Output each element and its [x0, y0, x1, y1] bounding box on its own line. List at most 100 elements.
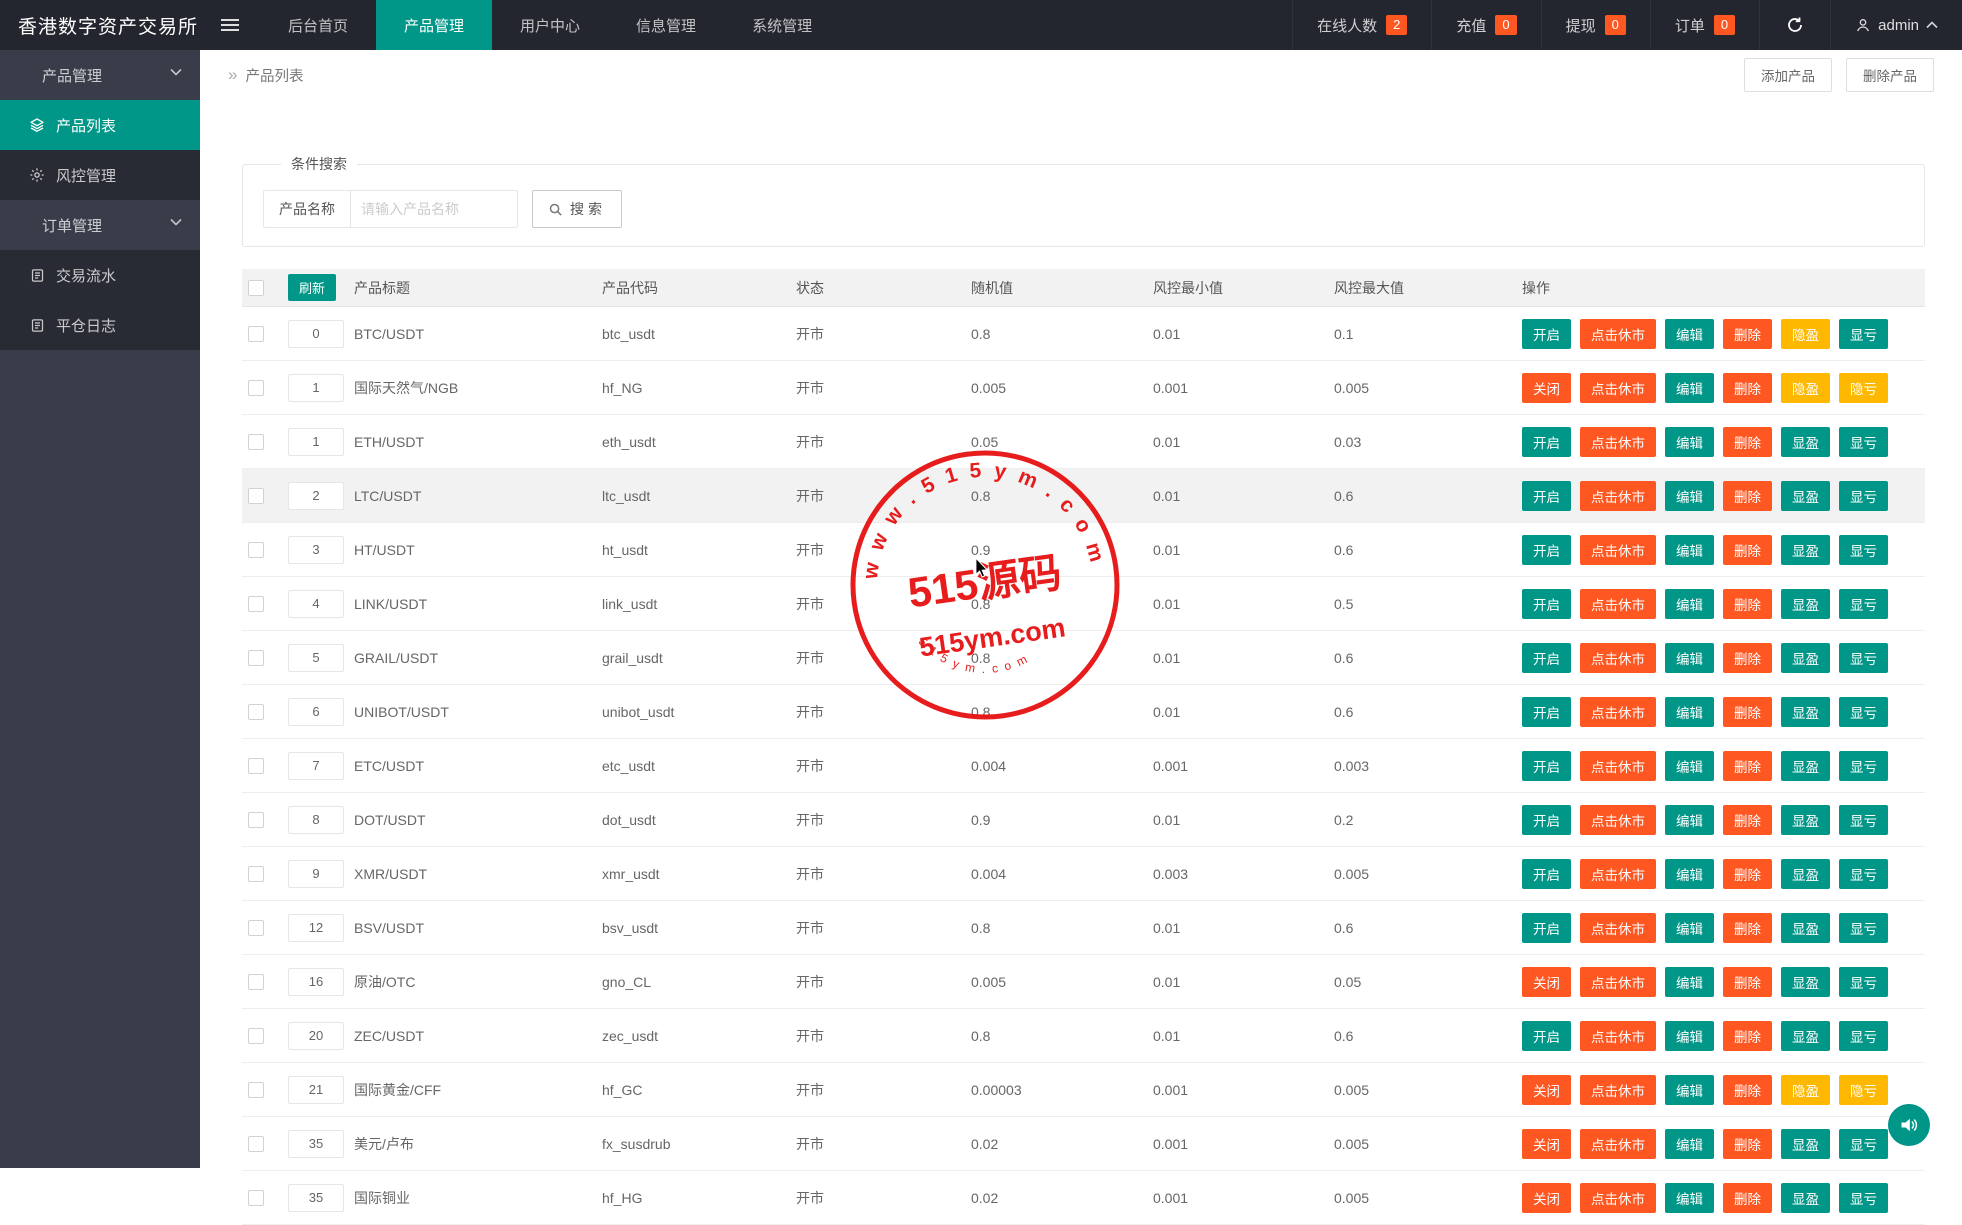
- profit-toggle-button[interactable]: 隐盈: [1781, 1075, 1830, 1105]
- profit-toggle-button[interactable]: 隐盈: [1781, 373, 1830, 403]
- row-checkbox[interactable]: [248, 812, 264, 828]
- sidebar-item-trade-flow[interactable]: 交易流水: [0, 250, 200, 300]
- toggle-market-button[interactable]: 开启: [1522, 1021, 1571, 1051]
- edit-button[interactable]: 编辑: [1665, 481, 1714, 511]
- close-market-button[interactable]: 点击休市: [1580, 589, 1656, 619]
- loss-toggle-button[interactable]: 显亏: [1839, 1129, 1888, 1159]
- profit-toggle-button[interactable]: 显盈: [1781, 643, 1830, 673]
- row-sort-input[interactable]: 1: [288, 374, 344, 402]
- loss-toggle-button[interactable]: 显亏: [1839, 967, 1888, 997]
- delete-product-button[interactable]: 删除产品: [1846, 58, 1934, 92]
- profit-toggle-button[interactable]: 显盈: [1781, 1183, 1830, 1213]
- row-checkbox[interactable]: [248, 488, 264, 504]
- edit-button[interactable]: 编辑: [1665, 751, 1714, 781]
- edit-button[interactable]: 编辑: [1665, 589, 1714, 619]
- close-market-button[interactable]: 点击休市: [1580, 751, 1656, 781]
- close-market-button[interactable]: 点击休市: [1580, 643, 1656, 673]
- profit-toggle-button[interactable]: 显盈: [1781, 697, 1830, 727]
- toggle-market-button[interactable]: 关闭: [1522, 1129, 1571, 1159]
- row-sort-input[interactable]: 8: [288, 806, 344, 834]
- delete-button[interactable]: 删除: [1723, 427, 1772, 457]
- toggle-market-button[interactable]: 开启: [1522, 859, 1571, 889]
- row-sort-input[interactable]: 4: [288, 590, 344, 618]
- toggle-market-button[interactable]: 开启: [1522, 589, 1571, 619]
- row-sort-input[interactable]: 35: [288, 1184, 344, 1212]
- edit-button[interactable]: 编辑: [1665, 805, 1714, 835]
- delete-button[interactable]: 删除: [1723, 1183, 1772, 1213]
- delete-button[interactable]: 删除: [1723, 373, 1772, 403]
- row-checkbox[interactable]: [248, 974, 264, 990]
- row-sort-input[interactable]: 2: [288, 482, 344, 510]
- loss-toggle-button[interactable]: 显亏: [1839, 319, 1888, 349]
- sidebar-item-close-position-log[interactable]: 平仓日志: [0, 300, 200, 350]
- toggle-market-button[interactable]: 开启: [1522, 535, 1571, 565]
- close-market-button[interactable]: 点击休市: [1580, 859, 1656, 889]
- nav-item-system[interactable]: 系统管理: [724, 0, 840, 50]
- loss-toggle-button[interactable]: 显亏: [1839, 535, 1888, 565]
- loss-toggle-button[interactable]: 显亏: [1839, 1021, 1888, 1051]
- delete-button[interactable]: 删除: [1723, 1129, 1772, 1159]
- profit-toggle-button[interactable]: 显盈: [1781, 805, 1830, 835]
- toggle-market-button[interactable]: 开启: [1522, 427, 1571, 457]
- row-sort-input[interactable]: 12: [288, 914, 344, 942]
- row-sort-input[interactable]: 20: [288, 1022, 344, 1050]
- toggle-market-button[interactable]: 关闭: [1522, 1075, 1571, 1105]
- sidebar-group-product-management[interactable]: 产品管理: [0, 50, 200, 100]
- toggle-market-button[interactable]: 开启: [1522, 913, 1571, 943]
- sidebar-item-risk-management[interactable]: 风控管理: [0, 150, 200, 200]
- row-checkbox[interactable]: [248, 1028, 264, 1044]
- toggle-market-button[interactable]: 开启: [1522, 643, 1571, 673]
- close-market-button[interactable]: 点击休市: [1580, 319, 1656, 349]
- loss-toggle-button[interactable]: 显亏: [1839, 913, 1888, 943]
- customer-service-fab[interactable]: [1888, 1104, 1930, 1146]
- delete-button[interactable]: 删除: [1723, 589, 1772, 619]
- row-checkbox[interactable]: [248, 596, 264, 612]
- sidebar-group-order-management[interactable]: 订单管理: [0, 200, 200, 250]
- edit-button[interactable]: 编辑: [1665, 1075, 1714, 1105]
- edit-button[interactable]: 编辑: [1665, 1183, 1714, 1213]
- edit-button[interactable]: 编辑: [1665, 967, 1714, 997]
- row-checkbox[interactable]: [248, 326, 264, 342]
- delete-button[interactable]: 删除: [1723, 643, 1772, 673]
- edit-button[interactable]: 编辑: [1665, 535, 1714, 565]
- add-product-button[interactable]: 添加产品: [1744, 58, 1832, 92]
- product-name-input[interactable]: [350, 190, 518, 228]
- loss-toggle-button[interactable]: 显亏: [1839, 805, 1888, 835]
- row-sort-input[interactable]: 16: [288, 968, 344, 996]
- row-sort-input[interactable]: 0: [288, 320, 344, 348]
- loss-toggle-button[interactable]: 显亏: [1839, 427, 1888, 457]
- row-checkbox[interactable]: [248, 650, 264, 666]
- row-checkbox[interactable]: [248, 380, 264, 396]
- stat-deposits[interactable]: 充值 0: [1431, 0, 1540, 50]
- close-market-button[interactable]: 点击休市: [1580, 967, 1656, 997]
- toggle-market-button[interactable]: 关闭: [1522, 967, 1571, 997]
- edit-button[interactable]: 编辑: [1665, 373, 1714, 403]
- stat-orders[interactable]: 订单 0: [1650, 0, 1759, 50]
- select-all-checkbox[interactable]: [248, 280, 264, 296]
- refresh-table-button[interactable]: 刷新: [288, 274, 336, 301]
- delete-button[interactable]: 删除: [1723, 319, 1772, 349]
- edit-button[interactable]: 编辑: [1665, 427, 1714, 457]
- profit-toggle-button[interactable]: 显盈: [1781, 859, 1830, 889]
- close-market-button[interactable]: 点击休市: [1580, 1021, 1656, 1051]
- nav-item-users[interactable]: 用户中心: [492, 0, 608, 50]
- close-market-button[interactable]: 点击休市: [1580, 1075, 1656, 1105]
- row-checkbox[interactable]: [248, 1082, 264, 1098]
- profit-toggle-button[interactable]: 显盈: [1781, 481, 1830, 511]
- stat-withdrawals[interactable]: 提现 0: [1541, 0, 1650, 50]
- profit-toggle-button[interactable]: 显盈: [1781, 1021, 1830, 1051]
- edit-button[interactable]: 编辑: [1665, 859, 1714, 889]
- row-checkbox[interactable]: [248, 1190, 264, 1206]
- row-checkbox[interactable]: [248, 434, 264, 450]
- nav-item-info[interactable]: 信息管理: [608, 0, 724, 50]
- menu-toggle-button[interactable]: [200, 0, 260, 50]
- row-checkbox[interactable]: [248, 866, 264, 882]
- toggle-market-button[interactable]: 关闭: [1522, 1183, 1571, 1213]
- edit-button[interactable]: 编辑: [1665, 1129, 1714, 1159]
- user-menu[interactable]: admin: [1830, 0, 1962, 50]
- refresh-page-button[interactable]: [1759, 0, 1830, 50]
- close-market-button[interactable]: 点击休市: [1580, 427, 1656, 457]
- loss-toggle-button[interactable]: 显亏: [1839, 589, 1888, 619]
- toggle-market-button[interactable]: 开启: [1522, 697, 1571, 727]
- profit-toggle-button[interactable]: 显盈: [1781, 427, 1830, 457]
